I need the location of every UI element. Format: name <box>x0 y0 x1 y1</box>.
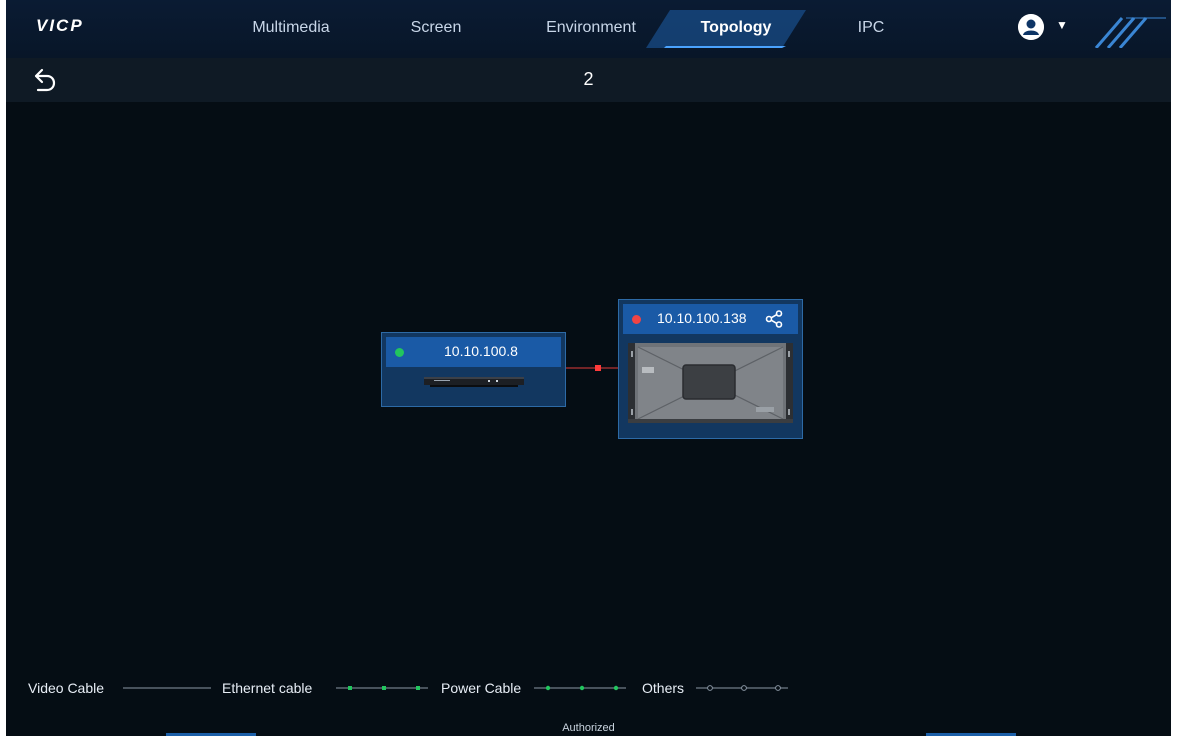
tab-topology[interactable]: Topology <box>676 8 796 48</box>
node-header: 10.10.100.8 <box>386 337 561 367</box>
top-nav-bar: VICP Multimedia Screen Environment Topol… <box>6 0 1171 59</box>
brand-logo: VICP <box>36 16 84 35</box>
switch-device-icon <box>424 377 524 387</box>
topology-canvas: 10.10.100.8 10.10.100.138 <box>6 102 1171 736</box>
others-cable-line <box>696 685 788 691</box>
legend-others-label: Others <box>642 680 685 696</box>
tab-ipc[interactable]: IPC <box>836 8 906 48</box>
device-node-1[interactable]: 10.10.100.8 <box>381 332 566 407</box>
legend-video-label: Video Cable <box>28 680 105 696</box>
legend-power-label: Power Cable <box>441 680 522 696</box>
topology-app: VICP Multimedia Screen Environment Topol… <box>6 0 1171 736</box>
device-node-2[interactable]: 10.10.100.138 <box>618 299 803 439</box>
ethernet-cable-line <box>336 686 428 690</box>
user-avatar-icon[interactable] <box>1018 14 1044 40</box>
tab-environment[interactable]: Environment <box>526 8 656 48</box>
cable-legend: Video Cable Ethernet cable Power Cable O… <box>6 676 1171 700</box>
tab-multimedia[interactable]: Multimedia <box>236 8 346 48</box>
connection-link <box>564 365 618 371</box>
tab-screen[interactable]: Screen <box>386 8 486 48</box>
sub-header: 2 <box>6 58 1171 102</box>
node-ip-label: 10.10.100.138 <box>657 310 747 326</box>
legend-ethernet-label: Ethernet cable <box>222 680 313 696</box>
node-ip-label: 10.10.100.8 <box>444 343 518 359</box>
corner-stripes-icon <box>1094 17 1166 48</box>
video-cable-line <box>123 687 211 689</box>
status-offline-dot <box>632 315 641 324</box>
page-title: 2 <box>583 69 594 89</box>
server-chassis-icon <box>628 343 793 423</box>
node-header: 10.10.100.138 <box>623 304 798 334</box>
power-cable-line <box>534 685 626 691</box>
user-dropdown-icon[interactable]: ▼ <box>1056 18 1068 32</box>
status-online-dot <box>395 348 404 357</box>
share-icon[interactable] <box>765 310 783 328</box>
